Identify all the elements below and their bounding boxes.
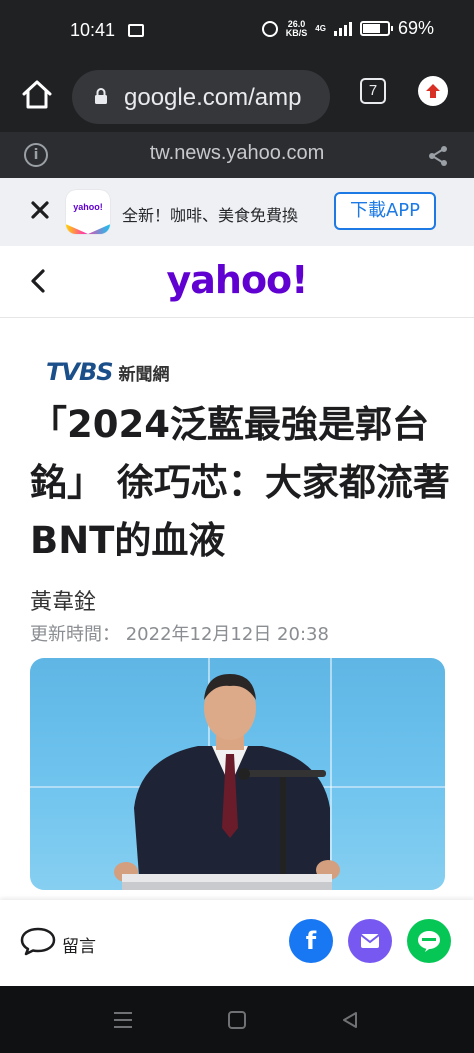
speaker-figure	[114, 674, 340, 890]
battery-percent: 69%	[397, 18, 434, 38]
address-bar[interactable]: google.com/amp	[72, 70, 330, 124]
facebook-icon: f	[305, 927, 317, 955]
article: TVBS 新聞網 「2024泛藍最強是郭台銘」 徐巧芯：大家都流著BNT的血液 …	[0, 318, 474, 900]
origin-bar: i tw.news.yahoo.com	[0, 132, 474, 178]
home-icon[interactable]	[18, 76, 56, 114]
comment-icon[interactable]	[20, 926, 56, 956]
facebook-share-button[interactable]: f	[289, 919, 333, 963]
mail-icon	[360, 934, 380, 948]
yahoo-logo[interactable]: yahoo!	[0, 258, 474, 302]
status-bar: 10:41 26.0 KB/S 4G 69%	[0, 0, 474, 62]
mail-share-button[interactable]	[348, 919, 392, 963]
share-bar: 留言 f	[0, 900, 474, 986]
tab-switcher-button[interactable]: 7	[360, 78, 386, 104]
radio-icon	[128, 24, 144, 37]
source-logo-mark: TVBS	[46, 358, 114, 386]
network-type: 4G	[315, 24, 326, 33]
close-icon[interactable]	[28, 198, 52, 222]
source-logo[interactable]: TVBS 新聞網	[46, 358, 170, 386]
comment-label[interactable]: 留言	[62, 932, 96, 957]
app-banner: yahoo! 全新！咖啡、美食免費換 下載APP	[0, 178, 474, 246]
status-time: 10:41	[70, 20, 116, 40]
article-photo[interactable]	[30, 658, 445, 890]
home-nav-icon[interactable]	[227, 1010, 247, 1030]
back-nav-icon[interactable]	[340, 1010, 360, 1030]
url-text: google.com/amp	[124, 84, 302, 111]
update-icon[interactable]	[418, 76, 448, 106]
site-header: yahoo!	[0, 246, 474, 318]
source-name: 新聞網	[118, 364, 170, 385]
net-speed-unit: KB/S	[285, 27, 308, 38]
net-speed: 26.0 KB/S	[285, 19, 308, 38]
browser-toolbar: google.com/amp 7	[0, 62, 474, 132]
share-icon[interactable]	[426, 144, 450, 168]
article-updated-time: 更新時間： 2022年12月12日 20:38	[30, 624, 329, 645]
lock-icon	[95, 88, 107, 104]
signal-icon	[333, 21, 352, 36]
article-headline: 「2024泛藍最強是郭台銘」 徐巧芯：大家都流著BNT的血液	[30, 403, 450, 562]
download-app-button[interactable]: 下載APP	[334, 192, 436, 230]
status-indicators: 26.0 KB/S 4G 69%	[261, 18, 434, 39]
recents-icon[interactable]	[112, 1010, 134, 1030]
article-author: 黃韋銓	[30, 590, 97, 615]
line-share-button[interactable]	[407, 919, 451, 963]
banner-promo-text: 全新！咖啡、美食免費換	[122, 206, 299, 225]
line-icon	[418, 931, 440, 952]
system-nav-bar	[0, 986, 474, 1053]
battery-icon	[359, 21, 393, 36]
alarm-icon	[261, 20, 278, 37]
yahoo-app-logo: yahoo!	[66, 190, 110, 234]
origin-domain: tw.news.yahoo.com	[149, 142, 325, 164]
